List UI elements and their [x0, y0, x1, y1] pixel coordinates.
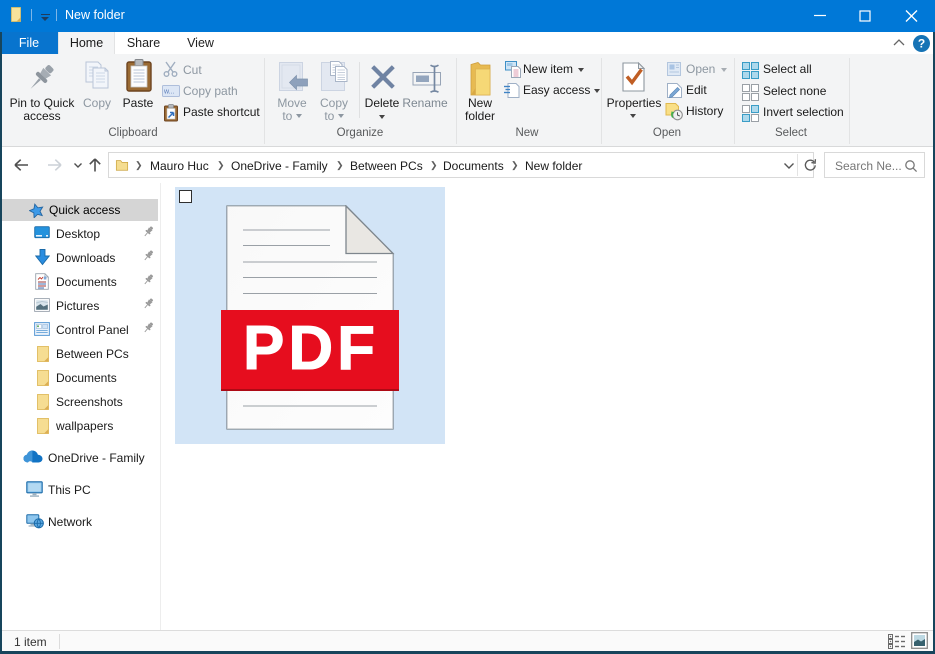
svg-text:?: ?	[918, 37, 925, 51]
svg-text:w...: w...	[163, 89, 175, 96]
